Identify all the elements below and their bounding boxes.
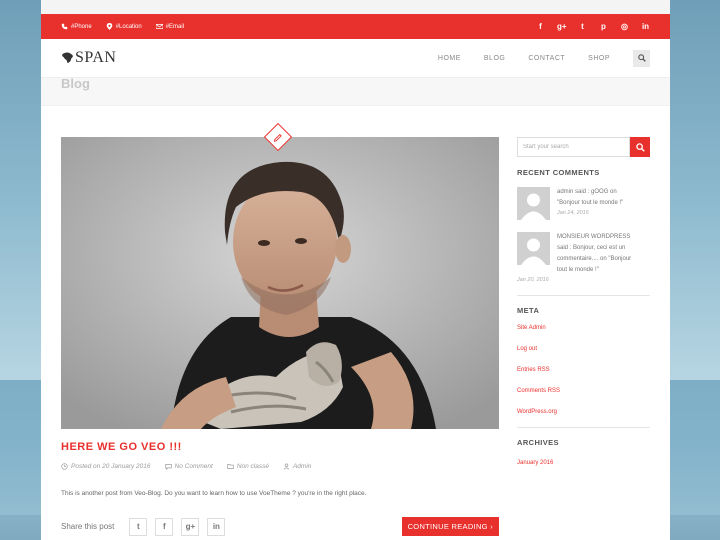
meta-link-comments-rss[interactable]: Comments RSS [517, 388, 650, 394]
twitter-icon[interactable]: t [578, 22, 587, 31]
continue-reading-button[interactable]: CONTINUE READING › [401, 517, 499, 536]
comment-text-line[interactable]: tout le monde !" [557, 265, 631, 276]
dribbble-icon[interactable]: ◎ [620, 22, 629, 31]
google-plus-icon[interactable]: g+ [557, 22, 567, 31]
post-date-text: Posted on 20 January 2016 [71, 463, 151, 470]
meta-widget: META Site Admin Log out Entries RSS Comm… [517, 306, 650, 415]
page-container: #Phone #Location #Email f g+ t p ◎ in SP… [41, 0, 670, 540]
post-category[interactable]: Non classé [227, 463, 269, 470]
contact-location[interactable]: #Location [106, 23, 142, 30]
clock-icon [61, 463, 68, 470]
post-category-text: Non classé [236, 463, 269, 470]
contact-info: #Phone #Location #Email [61, 23, 184, 30]
archives-title: ARCHIVES [517, 438, 559, 447]
share-facebook-button[interactable]: f [155, 517, 174, 536]
share-label: Share this post [61, 522, 115, 531]
comment-icon [164, 464, 172, 470]
phone-icon [61, 23, 68, 30]
avatar [517, 232, 550, 265]
recent-comments-title: RECENT COMMENTS [517, 168, 600, 177]
post-title[interactable]: HERE WE GO VEO !!! [61, 441, 499, 453]
main-nav: HOME BLOG CONTACT SHOP [438, 49, 650, 67]
envelope-icon [155, 24, 163, 29]
social-links: f g+ t p ◎ in [536, 22, 650, 31]
post-excerpt: This is another post from Veo-Blog. Do y… [61, 490, 367, 497]
header-search-button[interactable] [633, 49, 650, 67]
meta-link-wordpress-org[interactable]: WordPress.org [517, 409, 650, 415]
pencil-icon [273, 133, 282, 142]
meta-links: Site Admin Log out Entries RSS Comments … [517, 325, 650, 415]
email-text: #Email [165, 23, 185, 30]
post-date: Posted on 20 January 2016 [61, 463, 151, 470]
nav-blog[interactable]: BLOG [484, 55, 505, 62]
post-meta: Posted on 20 January 2016 No Comment Non… [61, 463, 499, 470]
site-header: SPAN HOME BLOG CONTACT SHOP [41, 39, 670, 78]
share-google-plus-button[interactable]: g+ [181, 517, 200, 536]
top-bar: #Phone #Location #Email f g+ t p ◎ in [41, 14, 670, 39]
nav-home[interactable]: HOME [438, 55, 461, 62]
comment-date: Jan 24, 2016 [557, 210, 589, 216]
linkedin-icon[interactable]: in [641, 22, 650, 31]
meta-title: META [517, 306, 540, 315]
comment-text-line[interactable]: MONSIEUR WORDPRESS [557, 232, 631, 243]
comment-date: Jan 20, 2016 [517, 277, 549, 283]
comment-text-line[interactable]: "Bonjour tout le monde !" [557, 198, 623, 209]
post-comments-text: No Comment [174, 463, 213, 470]
post-comments[interactable]: No Comment [164, 463, 213, 470]
user-icon [283, 463, 290, 470]
comment-item: MONSIEUR WORDPRESS said : Bonjour, ceci … [517, 232, 650, 276]
sidebar-divider [517, 427, 650, 428]
post-footer: Share this post t f g+ in CONTINUE READI… [61, 517, 499, 536]
folder-icon [227, 464, 234, 469]
share-linkedin-button[interactable]: in [207, 517, 226, 536]
blog-post: HERE WE GO VEO !!! Posted on 20 January … [61, 122, 499, 536]
archive-link-january-2016[interactable]: January 2016 [517, 460, 650, 466]
post-featured-image[interactable] [61, 137, 499, 429]
logo-text: SPAN [75, 49, 117, 66]
search-icon [635, 142, 645, 152]
comment-text-line[interactable]: admin said : gOOG on [557, 187, 623, 198]
site-logo[interactable]: SPAN [61, 49, 116, 67]
phone-text: #Phone [71, 23, 92, 30]
sidebar: RECENT COMMENTS admin said : gOOG on "Bo… [517, 137, 650, 466]
archives-widget: ARCHIVES January 2016 [517, 438, 650, 466]
meta-link-entries-rss[interactable]: Entries RSS [517, 367, 650, 373]
pinterest-icon[interactable]: p [599, 22, 608, 31]
sidebar-search [517, 137, 650, 157]
avatar [517, 187, 550, 220]
page-title-band: Blog [41, 76, 670, 106]
nav-contact[interactable]: CONTACT [528, 55, 565, 62]
search-icon [637, 54, 646, 62]
location-pin-icon [106, 23, 112, 30]
location-text: #Location [115, 23, 142, 30]
sidebar-search-button[interactable] [630, 137, 650, 157]
comment-text-line[interactable]: commentaire.... on "Bonjour [557, 254, 631, 265]
share-twitter-button[interactable]: t [129, 517, 148, 536]
sidebar-divider [517, 295, 650, 296]
nav-shop[interactable]: SHOP [588, 55, 610, 62]
recent-comments-widget: RECENT COMMENTS admin said : gOOG on "Bo… [517, 168, 650, 283]
meta-link-log-out[interactable]: Log out [517, 346, 650, 352]
sidebar-search-input[interactable] [517, 137, 630, 157]
comment-item: admin said : gOOG on "Bonjour tout le mo… [517, 187, 650, 220]
contact-email[interactable]: #Email [155, 23, 185, 30]
comment-text-line: said : Bonjour, ceci est un [557, 245, 626, 251]
contact-phone[interactable]: #Phone [61, 23, 92, 30]
top-strip [41, 0, 670, 14]
post-author-text: Admin [292, 463, 312, 470]
page-title: Blog [61, 76, 90, 91]
post-author[interactable]: Admin [283, 463, 311, 470]
facebook-icon[interactable]: f [536, 22, 545, 31]
meta-link-site-admin[interactable]: Site Admin [517, 325, 650, 331]
africa-map-icon [62, 52, 73, 63]
share-bar: Share this post t f g+ in [61, 517, 226, 536]
